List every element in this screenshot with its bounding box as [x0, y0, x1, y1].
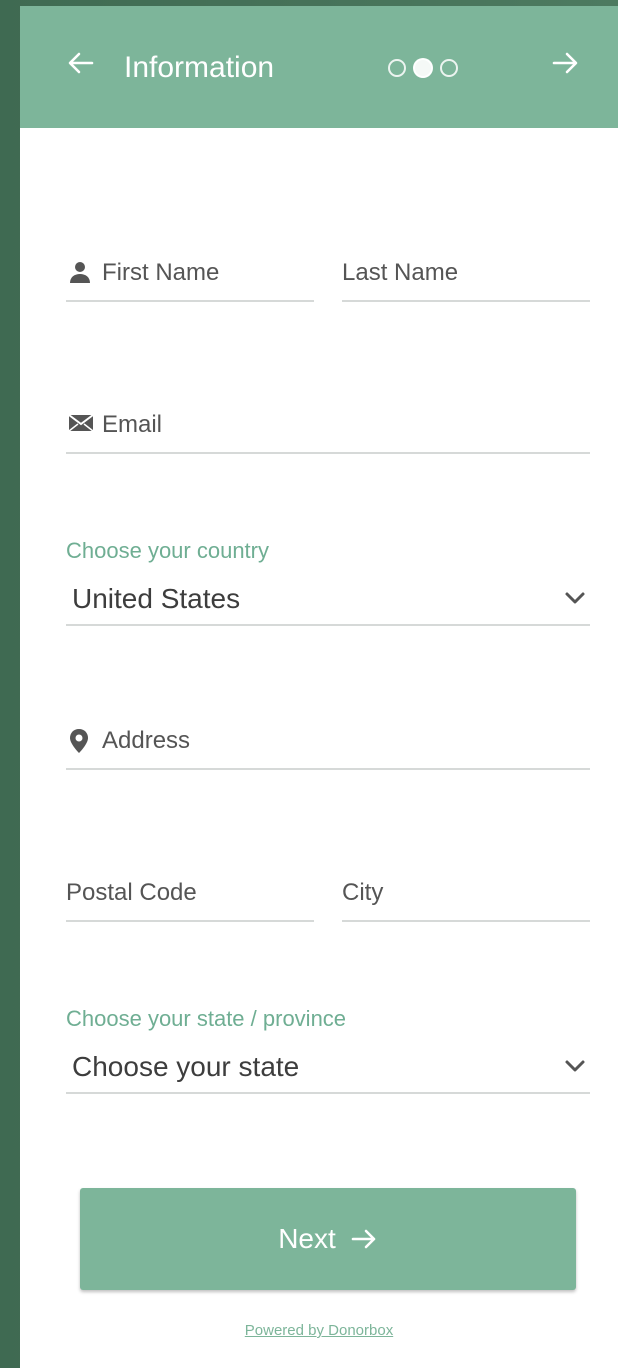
- state-value: Choose your state: [72, 1051, 300, 1082]
- state-select[interactable]: Choose your state: [66, 1048, 590, 1094]
- chevron-down-icon: [564, 590, 586, 606]
- state-label: Choose your state / province: [66, 1006, 347, 1031]
- powered-by-link[interactable]: Powered by Donorbox: [20, 1322, 618, 1339]
- country-value: United States: [72, 583, 241, 614]
- first-name-field: [66, 244, 314, 302]
- country-select[interactable]: United States: [66, 580, 590, 626]
- donation-form-card: Information Choose your country United S…: [20, 6, 618, 1368]
- step-dot-2-active: [413, 58, 433, 78]
- next-button-label: Next: [278, 1223, 336, 1254]
- chevron-down-icon: [564, 1058, 586, 1074]
- step-dot-3: [440, 59, 458, 77]
- last-name-field: [342, 244, 590, 302]
- city-input[interactable]: [342, 876, 590, 910]
- step-dot-1: [388, 59, 406, 77]
- last-name-input[interactable]: [342, 256, 590, 290]
- address-field: [66, 712, 590, 770]
- email-field: [66, 396, 590, 454]
- first-name-input[interactable]: [66, 256, 314, 290]
- postal-code-input[interactable]: [66, 876, 314, 910]
- address-input[interactable]: [66, 724, 590, 758]
- back-arrow-icon[interactable]: [66, 48, 96, 78]
- postal-code-field: [66, 864, 314, 922]
- header-title: Information: [124, 51, 275, 84]
- step-indicator: [388, 58, 465, 79]
- city-field: [342, 864, 590, 922]
- forward-arrow-icon[interactable]: [550, 48, 580, 78]
- arrow-right-icon: [350, 1225, 378, 1253]
- country-label: Choose your country: [66, 538, 269, 563]
- form-header: Information: [20, 6, 618, 128]
- email-input[interactable]: [66, 408, 590, 442]
- next-button[interactable]: Next: [80, 1188, 576, 1290]
